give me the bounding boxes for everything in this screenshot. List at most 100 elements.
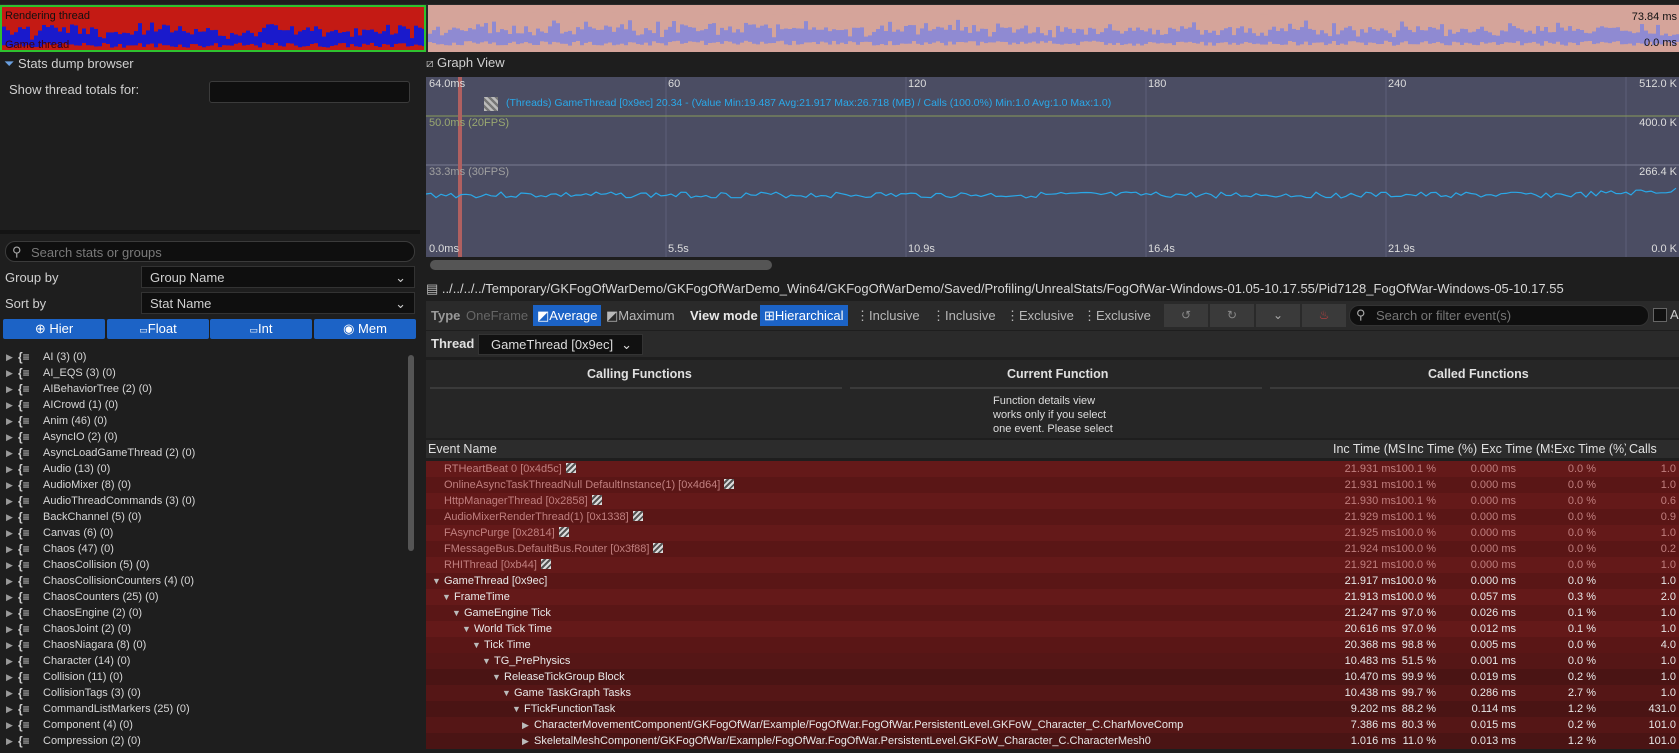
stat-group-item[interactable]: ▶ {≡ ChaosCollision (5) (0) bbox=[0, 557, 400, 573]
table-row[interactable]: ▼ FTickFunctionTask 9.202 ms 88.2 % 0.114 ms… bbox=[426, 701, 1679, 717]
int-button[interactable]: ▭Int bbox=[210, 319, 312, 339]
expand-arrow-icon[interactable]: ▶ bbox=[6, 685, 13, 701]
expand-arrow-icon[interactable]: ▶ bbox=[6, 573, 13, 589]
expand-arrow-icon[interactable]: ▶ bbox=[6, 477, 13, 493]
graph-view[interactable]: 64.0ms 0.0ms 50.0ms (20FPS) 33.3ms (30FP… bbox=[425, 77, 1679, 257]
table-row[interactable]: HttpManagerThread [0x2858] 21.930 ms 100.1… bbox=[426, 493, 1679, 509]
stat-group-item[interactable]: ▶ {≡ ChaosCollisionCounters (4) (0) bbox=[0, 573, 400, 589]
stat-group-item[interactable]: ▶ {≡ Chaos (47) (0) bbox=[0, 541, 400, 557]
col-event-name[interactable]: Event Name bbox=[428, 440, 1308, 458]
event-search-input[interactable]: ⚲ Search or filter event(s) bbox=[1349, 305, 1649, 326]
expand-arrow-icon[interactable]: ▶ bbox=[522, 733, 529, 749]
expand-arrow-icon[interactable]: ▶ bbox=[6, 349, 13, 365]
col-calls[interactable]: Calls bbox=[1629, 440, 1679, 458]
stat-group-item[interactable]: ▶ {≡ AudioThreadCommands (3) (0) bbox=[0, 493, 400, 509]
stat-group-item[interactable]: ▶ {≡ Canvas (6) (0) bbox=[0, 525, 400, 541]
collapse-arrow-icon[interactable]: ▼ bbox=[512, 701, 521, 717]
col-exc-time-pct[interactable]: Exc Time (%) bbox=[1554, 440, 1626, 458]
vm-exclusive-button[interactable]: ⋮Exclusive bbox=[1006, 305, 1074, 326]
table-row[interactable]: RHIThread [0xb44] 21.921 ms 100.0 % 0.000 m… bbox=[426, 557, 1679, 573]
expand-arrow-icon[interactable]: ▶ bbox=[6, 733, 13, 749]
stat-group-item[interactable]: ▶ {≡ Compression (2) (0) bbox=[0, 733, 400, 749]
stat-group-item[interactable]: ▶ {≡ Collision (11) (0) bbox=[0, 669, 400, 685]
table-row[interactable]: FAsyncPurge [0x2814] 21.925 ms 100.0 % 0.00… bbox=[426, 525, 1679, 541]
all-checkbox[interactable] bbox=[1653, 308, 1667, 322]
table-row[interactable]: ▼ FrameTime 21.913 ms 100.0 % 0.057 ms 0.3 % 2… bbox=[426, 589, 1679, 605]
expand-arrow-icon[interactable]: ▶ bbox=[6, 605, 13, 621]
table-row[interactable]: ▼ TG_PrePhysics 10.483 ms 51.5 % 0.001 ms 0.0… bbox=[426, 653, 1679, 669]
table-row[interactable]: ▼ World Tick Time 20.616 ms 97.0 % 0.012 ms 0… bbox=[426, 621, 1679, 637]
stat-group-item[interactable]: ▶ {≡ ChaosCounters (25) (0) bbox=[0, 589, 400, 605]
hier-button[interactable]: ⊕ Hier bbox=[3, 319, 105, 339]
type-oneframe-button[interactable]: OneFrame bbox=[466, 305, 528, 326]
stats-search-input[interactable]: ⚲ Search stats or groups bbox=[5, 241, 415, 262]
table-row[interactable]: ▶ SkeletalMeshComponent/GKFogOfWar/Exampl… bbox=[426, 733, 1679, 749]
float-button[interactable]: ▭Float bbox=[107, 319, 209, 339]
group-by-select[interactable]: Group Name ⌄ bbox=[141, 266, 415, 288]
expand-arrow-icon[interactable]: ▶ bbox=[6, 669, 13, 685]
collapse-arrow-icon[interactable]: ▼ bbox=[462, 621, 471, 637]
vm-inclusive-button[interactable]: ⋮Inclusive bbox=[856, 305, 920, 326]
stat-group-item[interactable]: ▶ {≡ CollisionTags (3) (0) bbox=[0, 685, 400, 701]
stat-group-item[interactable]: ▶ {≡ Audio (13) (0) bbox=[0, 461, 400, 477]
hot-path-button[interactable]: ♨ bbox=[1302, 304, 1346, 327]
thread-select[interactable]: GameThread [0x9ec] ⌄ bbox=[478, 334, 643, 355]
stat-group-item[interactable]: ▶ {≡ Character (14) (0) bbox=[0, 653, 400, 669]
stat-group-item[interactable]: ▶ {≡ AI (3) (0) bbox=[0, 349, 400, 365]
table-row[interactable]: ▼ GameThread [0x9ec] 21.917 ms 100.0 % 0.000… bbox=[426, 573, 1679, 589]
table-row[interactable]: ▼ GameEngine Tick 21.247 ms 97.0 % 0.026 ms 0… bbox=[426, 605, 1679, 621]
expand-arrow-icon[interactable]: ▶ bbox=[6, 397, 13, 413]
collapse-arrow-icon[interactable]: ▼ bbox=[492, 669, 501, 685]
expand-arrow-icon[interactable]: ▶ bbox=[522, 717, 529, 733]
expand-arrow-icon[interactable]: ▶ bbox=[6, 541, 13, 557]
stat-group-item[interactable]: ▶ {≡ CommandListMarkers (25) (0) bbox=[0, 701, 400, 717]
stat-group-item[interactable]: ▶ {≡ AI_EQS (3) (0) bbox=[0, 365, 400, 381]
collapse-arrow-icon[interactable]: ▼ bbox=[482, 653, 491, 669]
stat-group-item[interactable]: ▶ {≡ ChaosNiagara (8) (0) bbox=[0, 637, 400, 653]
expand-arrow-icon[interactable]: ▶ bbox=[6, 525, 13, 541]
table-row[interactable]: ▶ CharacterMovementComponent/GKFogOfWar/E… bbox=[426, 717, 1679, 733]
expand-arrow-icon[interactable]: ▶ bbox=[6, 509, 13, 525]
stat-group-item[interactable]: ▶ {≡ BackChannel (5) (0) bbox=[0, 509, 400, 525]
expand-arrow-icon[interactable]: ▶ bbox=[6, 413, 13, 429]
history-back-button[interactable]: ↺ bbox=[1164, 304, 1208, 327]
expand-arrow-icon[interactable]: ▶ bbox=[6, 381, 13, 397]
stat-group-item[interactable]: ▶ {≡ AsyncIO (2) (0) bbox=[0, 429, 400, 445]
col-exc-time-ms[interactable]: Exc Time (MS) bbox=[1481, 440, 1553, 458]
type-maximum-button[interactable]: ◩Maximum bbox=[606, 305, 675, 326]
group-list-scrollbar[interactable] bbox=[408, 355, 414, 551]
table-row[interactable]: FMessageBus.DefaultBus.Router [0x3f88] 21… bbox=[426, 541, 1679, 557]
table-row[interactable]: RTHeartBeat 0 [0x4d5c] 21.931 ms 100.1 % 0.… bbox=[426, 461, 1679, 477]
history-dropdown-button[interactable]: ⌄ bbox=[1256, 304, 1300, 327]
table-row[interactable]: ▼ ReleaseTickGroup Block 10.470 ms 99.9 % 0.… bbox=[426, 669, 1679, 685]
stat-group-item[interactable]: ▶ {≡ AIBehaviorTree (2) (0) bbox=[0, 381, 400, 397]
stat-group-item[interactable]: ▶ {≡ Anim (46) (0) bbox=[0, 413, 400, 429]
expand-arrow-icon[interactable]: ▶ bbox=[6, 461, 13, 477]
history-forward-button[interactable]: ↻ bbox=[1210, 304, 1254, 327]
col-inc-time-pct[interactable]: Inc Time (%) bbox=[1407, 440, 1479, 458]
expand-arrow-icon[interactable]: ▶ bbox=[6, 557, 13, 573]
vm-exclusive-2-button[interactable]: ⋮Exclusive bbox=[1083, 305, 1151, 326]
stat-group-item[interactable]: ▶ {≡ AICrowd (1) (0) bbox=[0, 397, 400, 413]
expand-arrow-icon[interactable]: ▶ bbox=[6, 637, 13, 653]
timeline-unselected[interactable]: 73.84 ms 0.0 ms bbox=[428, 5, 1679, 52]
graph-scrollbar[interactable] bbox=[430, 260, 772, 270]
expand-arrow-icon[interactable]: ▶ bbox=[6, 445, 13, 461]
expand-arrow-icon[interactable]: ▶ bbox=[6, 589, 13, 605]
stat-group-item[interactable]: ▶ {≡ ChaosJoint (2) (0) bbox=[0, 621, 400, 637]
timeline-selection[interactable]: Rendering thread Game thread bbox=[0, 5, 426, 52]
mem-button[interactable]: ◉ Mem bbox=[314, 319, 416, 339]
expand-arrow-icon[interactable]: ▶ bbox=[6, 701, 13, 717]
stat-group-item[interactable]: ▶ {≡ AsyncLoadGameThread (2) (0) bbox=[0, 445, 400, 461]
vm-hierarchical-button[interactable]: ⊞Hierarchical bbox=[760, 305, 848, 326]
expand-arrow-icon[interactable]: ▶ bbox=[6, 365, 13, 381]
show-totals-field[interactable] bbox=[209, 81, 410, 103]
table-row[interactable]: ▼ Tick Time 20.368 ms 98.8 % 0.005 ms 0.0 % 4.… bbox=[426, 637, 1679, 653]
expand-arrow-icon[interactable]: ▶ bbox=[6, 717, 13, 733]
table-row[interactable]: AudioMixerRenderThread(1) [0x1338] 21.929… bbox=[426, 509, 1679, 525]
expand-arrow-icon[interactable]: ▶ bbox=[6, 429, 13, 445]
vm-inclusive-2-button[interactable]: ⋮Inclusive bbox=[932, 305, 996, 326]
collapse-arrow-icon[interactable]: ▼ bbox=[502, 685, 511, 701]
collapse-arrow-icon[interactable]: ▼ bbox=[472, 637, 481, 653]
type-average-button[interactable]: ◩Average bbox=[533, 305, 602, 326]
